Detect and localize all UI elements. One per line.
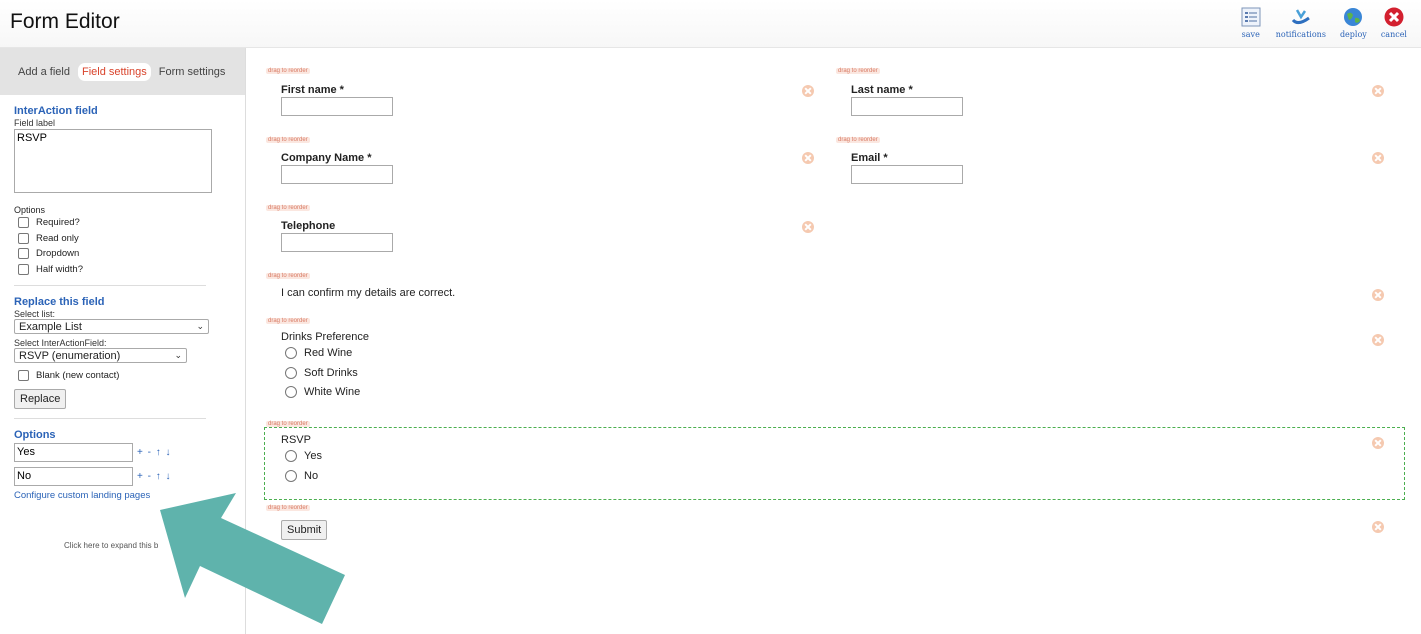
annotation-arrow xyxy=(160,493,345,624)
